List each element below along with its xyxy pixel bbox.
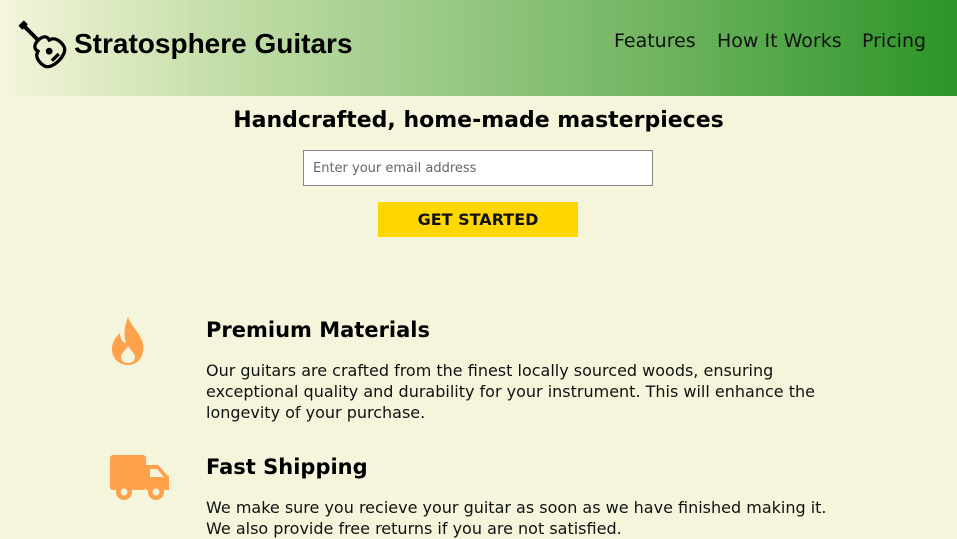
hero-title: Handcrafted, home-made masterpieces: [233, 108, 724, 133]
email-input[interactable]: [303, 150, 653, 186]
nav-features[interactable]: Features: [614, 30, 696, 52]
truck-icon: [110, 455, 169, 500]
feature-text: Our guitars are crafted from the finest …: [206, 361, 815, 422]
feature-title: Fast Shipping: [206, 455, 368, 479]
nav-pricing[interactable]: Pricing: [862, 30, 926, 52]
feature-title: Premium Materials: [206, 318, 430, 342]
site-header: Stratosphere Guitars Features How It Wor…: [0, 0, 957, 96]
fire-icon: [111, 317, 144, 365]
feature-text: We make sure you recieve your guitar as …: [206, 498, 827, 538]
get-started-button[interactable]: GET STARTED: [378, 202, 578, 237]
guitar-icon[interactable]: [12, 14, 74, 76]
nav-how-it-works[interactable]: How It Works: [717, 30, 842, 52]
brand-name[interactable]: Stratosphere Guitars: [74, 28, 353, 60]
